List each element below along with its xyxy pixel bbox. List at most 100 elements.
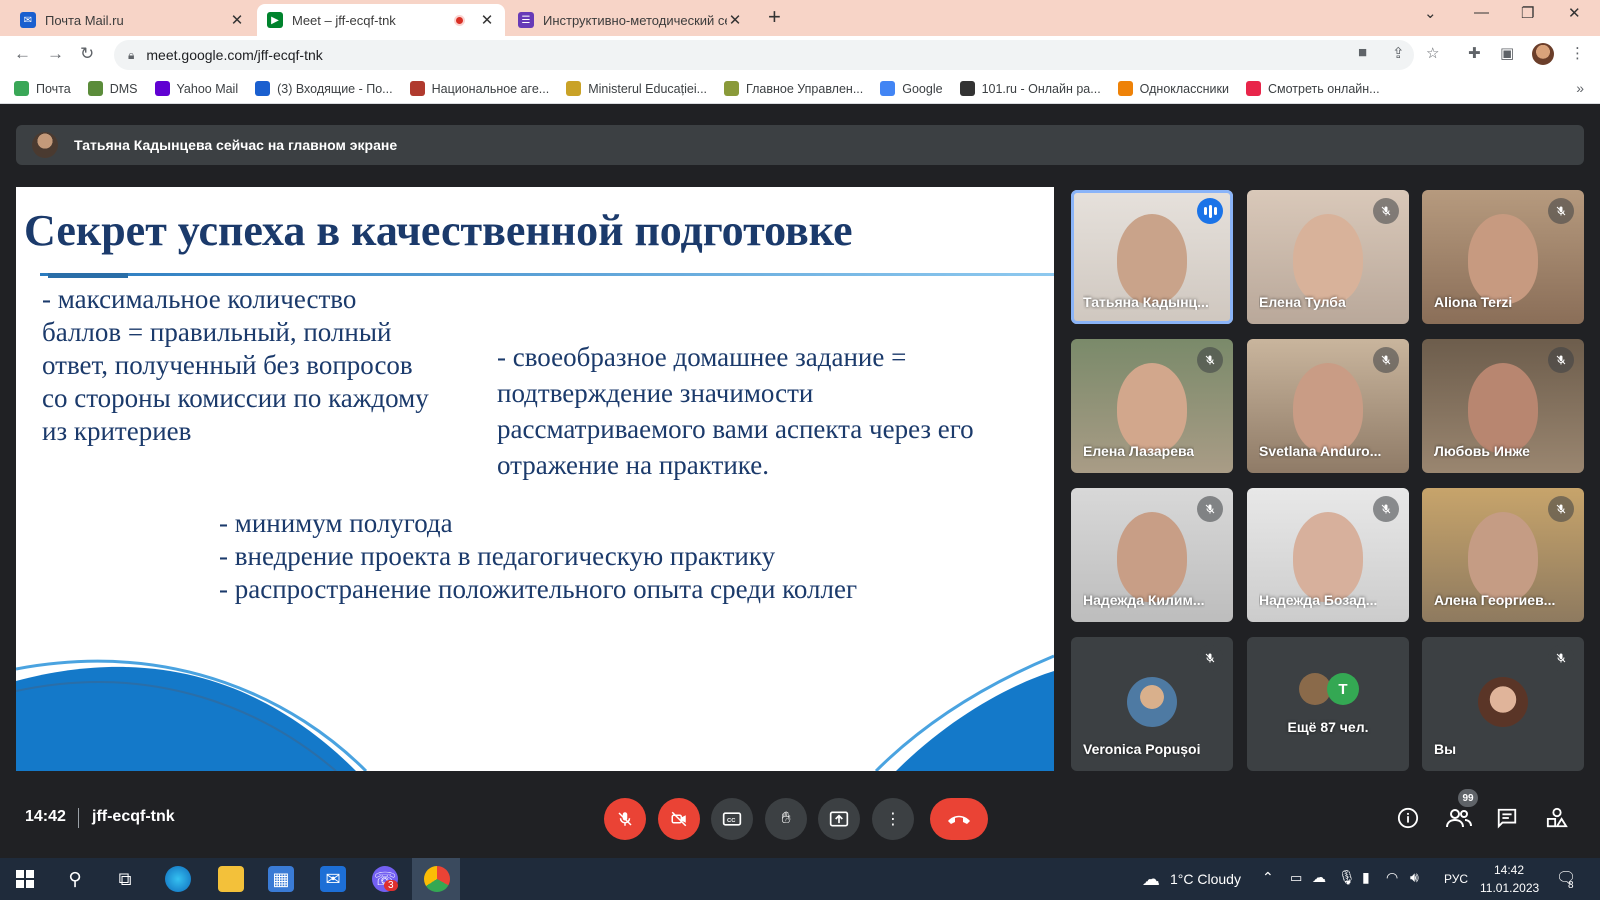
bookmark-item[interactable]: Одноклассники xyxy=(1117,81,1229,96)
bookmark-item[interactable]: Google xyxy=(880,81,943,96)
menu-icon[interactable]: ⋮ xyxy=(1570,44,1585,62)
list-item: - минимум полугода xyxy=(219,508,453,538)
participant-tile[interactable]: Надежда Бозад... xyxy=(1247,488,1409,622)
participant-name: Любовь Инже xyxy=(1434,443,1530,459)
clock-date[interactable]: 11.01.2023 xyxy=(1480,881,1539,895)
bookmark-item[interactable]: Почта xyxy=(14,81,71,96)
close-icon[interactable]: ✕ xyxy=(229,11,245,29)
extensions-icon[interactable]: ✚ xyxy=(1468,44,1481,62)
participant-tile[interactable]: Вы xyxy=(1422,637,1584,771)
edge-icon[interactable] xyxy=(165,866,191,892)
task-view-icon[interactable]: ⧉ xyxy=(112,866,138,892)
participant-name: Вы xyxy=(1434,741,1457,757)
list-item: - распространение положительного опыта с… xyxy=(219,574,858,604)
participant-tile[interactable]: T Ещё 87 чел. xyxy=(1247,637,1409,771)
camera-off-button[interactable] xyxy=(658,798,700,840)
viber-badge: 3 xyxy=(384,880,398,891)
bookmark-item[interactable]: (3) Входящие - По... xyxy=(255,81,393,96)
camera-icon[interactable]: ■ xyxy=(1358,44,1367,61)
avatar xyxy=(1127,677,1177,727)
participant-tile[interactable]: Любовь Инже xyxy=(1422,339,1584,473)
bookmark-item[interactable]: 101.ru - Онлайн ра... xyxy=(959,81,1101,96)
forward-icon[interactable]: → xyxy=(47,44,64,64)
file-explorer-icon[interactable] xyxy=(218,866,244,892)
weather-text[interactable]: 1°C Cloudy xyxy=(1170,871,1241,887)
participant-video xyxy=(1468,363,1538,453)
search-icon[interactable]: ⚲ xyxy=(62,866,88,892)
network-device-icon[interactable]: ▭ xyxy=(1290,870,1302,886)
close-icon[interactable]: ✕ xyxy=(479,11,495,29)
divider xyxy=(78,808,79,828)
restore-button[interactable]: ❐ xyxy=(1521,4,1534,22)
clock-time[interactable]: 14:42 xyxy=(1494,863,1524,877)
battery-icon[interactable]: ▮ xyxy=(1362,869,1370,886)
wifi-icon[interactable]: ◠ xyxy=(1386,869,1398,886)
tab-meet[interactable]: ▶ Meet – jff-ecqf-tnk ✕ xyxy=(257,4,505,36)
minimize-button[interactable]: — xyxy=(1474,4,1489,21)
bookmark-label: Главное Управлен... xyxy=(746,81,864,96)
tab-forms[interactable]: ☰ Инструктивно-методический се ✕ xyxy=(508,4,753,36)
bookmark-favicon-icon xyxy=(409,81,425,96)
present-icon xyxy=(829,811,849,827)
url-input[interactable]: 🔒︎ meet.google.com/jff-ecqf-tnk xyxy=(114,40,1414,70)
slide-title: Секрет успеха в качественной подготовке xyxy=(24,206,853,255)
bookmark-favicon-icon xyxy=(154,81,170,96)
close-icon[interactable]: ✕ xyxy=(727,11,743,29)
leave-call-button[interactable] xyxy=(930,798,988,840)
activities-icon[interactable] xyxy=(1546,807,1568,835)
meeting-info-icon[interactable] xyxy=(1397,807,1419,835)
bookmark-star-icon[interactable]: ☆ xyxy=(1426,44,1439,62)
participant-tile[interactable]: Алена Георгиев... xyxy=(1422,488,1584,622)
mic-off-button[interactable] xyxy=(604,798,646,840)
windows-start-icon[interactable] xyxy=(12,866,38,892)
google-meet-icon: ▶ xyxy=(267,12,283,28)
bookmark-favicon-icon xyxy=(14,81,29,96)
bookmark-item[interactable]: Yahoo Mail xyxy=(154,81,238,96)
bookmark-label: Ministerul Educației... xyxy=(588,81,708,96)
volume-icon[interactable]: 🔊︎ xyxy=(1410,869,1419,886)
participant-tile[interactable]: Татьяна Кадынц... xyxy=(1071,190,1233,324)
participant-tile[interactable]: Svetlana Anduro... xyxy=(1247,339,1409,473)
tab-search-icon[interactable]: ⌄ xyxy=(1424,4,1437,22)
participant-video xyxy=(1293,363,1363,453)
chat-icon[interactable] xyxy=(1496,807,1518,835)
bookmark-favicon-icon xyxy=(1117,81,1133,96)
chrome-icon[interactable] xyxy=(424,866,450,892)
lock-icon[interactable]: 🔒︎ xyxy=(128,48,134,63)
bookmark-item[interactable]: DMS xyxy=(87,81,138,96)
tab-title: Инструктивно-методический се xyxy=(543,12,727,28)
onedrive-icon[interactable]: ☁ xyxy=(1312,869,1326,886)
new-tab-button[interactable]: + xyxy=(768,4,781,30)
participant-tile[interactable]: Aliona Terzi xyxy=(1422,190,1584,324)
tray-expand-icon[interactable]: ⌃ xyxy=(1262,869,1274,886)
participant-tile[interactable]: Елена Тулба xyxy=(1247,190,1409,324)
more-options-button[interactable]: ⋮ xyxy=(872,798,914,840)
raise-hand-button[interactable]: ✋︎ xyxy=(765,798,807,840)
store-icon[interactable]: ▦ xyxy=(268,866,294,892)
language-indicator[interactable]: РУС xyxy=(1444,872,1468,886)
bookmark-label: (3) Входящие - По... xyxy=(277,81,393,96)
bookmark-item[interactable]: Главное Управлен... xyxy=(724,81,863,96)
more-bookmarks-icon[interactable]: » xyxy=(1576,80,1584,96)
captions-button[interactable]: CC xyxy=(711,798,753,840)
participant-tile[interactable]: Надежда Килим... xyxy=(1071,488,1233,622)
share-icon[interactable]: ⇪ xyxy=(1392,44,1405,62)
close-window-button[interactable]: ✕ xyxy=(1568,4,1581,22)
bookmark-item[interactable]: Национальное аге... xyxy=(409,81,549,96)
mic-off-icon xyxy=(1373,347,1399,373)
reload-icon[interactable]: ↻ xyxy=(80,44,94,64)
participant-tile[interactable]: Veronica Popușoi xyxy=(1071,637,1233,771)
mail-icon[interactable]: ✉ xyxy=(320,866,346,892)
bookmark-item[interactable]: Ministerul Educației... xyxy=(566,81,707,96)
profile-avatar[interactable] xyxy=(1532,43,1554,65)
bookmark-item[interactable]: Смотреть онлайн... xyxy=(1245,81,1380,96)
present-button[interactable] xyxy=(818,798,860,840)
sidebar-icon[interactable]: ▣ xyxy=(1500,44,1514,62)
participant-tile[interactable]: Елена Лазарева xyxy=(1071,339,1233,473)
people-icon[interactable] xyxy=(1446,807,1472,835)
back-icon[interactable]: ← xyxy=(14,44,31,64)
participant-name: Татьяна Кадынц... xyxy=(1083,294,1209,310)
tab-mail-ru[interactable]: ✉ Почта Mail.ru ✕ xyxy=(10,4,255,36)
bookmark-label: Почта xyxy=(36,81,71,96)
microphone-icon[interactable]: 🎙︎ xyxy=(1338,869,1356,886)
